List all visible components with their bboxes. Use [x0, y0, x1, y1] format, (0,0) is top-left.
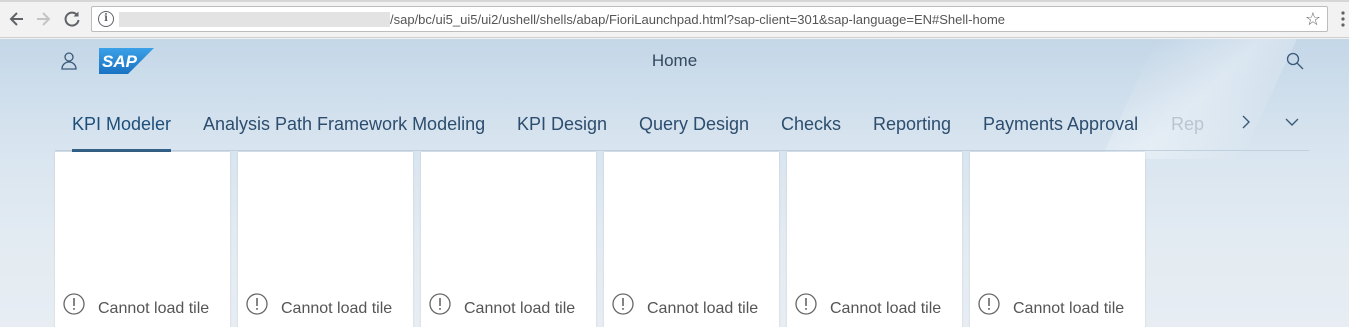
address-bar[interactable]: i /sap/bc/ui5_ui5/ui2/ushell/shells/abap…: [91, 6, 1328, 32]
alert-icon: [429, 293, 451, 315]
star-icon[interactable]: ☆: [1305, 9, 1321, 29]
tile[interactable]: Cannot load tile: [787, 152, 962, 327]
sap-logo[interactable]: SAP: [99, 48, 154, 74]
tile[interactable]: Cannot load tile: [421, 152, 596, 327]
tile-status-text: Cannot load tile: [830, 300, 942, 317]
tile[interactable]: Cannot load tile: [238, 152, 413, 327]
tile[interactable]: Cannot load tile: [55, 152, 230, 327]
tab-query-design[interactable]: Query Design: [639, 114, 749, 151]
tile-status-text: Cannot load tile: [647, 300, 759, 317]
tile-status-text: Cannot load tile: [1013, 300, 1125, 317]
tab-overflow-partial[interactable]: Rep: [1171, 114, 1207, 151]
alert-icon: [63, 293, 85, 315]
browser-tab-strip: [0, 0, 1349, 2]
tab-kpi-design[interactable]: KPI Design: [517, 114, 607, 151]
browser-toolbar: i /sap/bc/ui5_ui5/ui2/ushell/shells/abap…: [0, 0, 1349, 38]
reload-icon[interactable]: [62, 9, 82, 29]
tab-checks[interactable]: Checks: [781, 114, 841, 151]
tab-analysis-path-framework-modeling[interactable]: Analysis Path Framework Modeling: [203, 114, 485, 151]
chevron-down-icon[interactable]: [1281, 109, 1303, 135]
alert-icon: [978, 293, 1000, 315]
tab-kpi-modeler[interactable]: KPI Modeler: [72, 114, 172, 152]
info-icon[interactable]: i: [98, 11, 114, 27]
tile[interactable]: Cannot load tile: [604, 152, 779, 327]
tile-status-text: Cannot load tile: [464, 300, 576, 317]
more-vert-icon[interactable]: [1340, 10, 1346, 28]
tab-reporting[interactable]: Reporting: [873, 114, 951, 151]
user-icon[interactable]: [61, 52, 77, 70]
tab-payments-approval[interactable]: Payments Approval: [983, 114, 1138, 151]
anchor-navigation-bar: KPI Modeler Analysis Path Framework Mode…: [55, 99, 1309, 152]
search-icon[interactable]: [1286, 52, 1304, 70]
url-text[interactable]: /sap/bc/ui5_ui5/ui2/ushell/shells/abap/F…: [390, 12, 1005, 27]
alert-icon: [795, 293, 817, 315]
chevron-right-icon[interactable]: [1235, 109, 1257, 135]
redacted-host: [119, 12, 390, 27]
alert-icon: [246, 293, 268, 315]
arrow-right-icon[interactable]: [33, 9, 53, 29]
tile-status-text: Cannot load tile: [98, 300, 210, 317]
logo-text: SAP: [102, 52, 138, 71]
alert-icon: [612, 293, 634, 315]
tile[interactable]: Cannot load tile: [970, 152, 1145, 327]
launchpad-shell: SAP Home KPI Modeler Analysis Path Frame…: [0, 39, 1349, 327]
tile-status-text: Cannot load tile: [281, 300, 393, 317]
arrow-left-icon[interactable]: [7, 9, 27, 29]
